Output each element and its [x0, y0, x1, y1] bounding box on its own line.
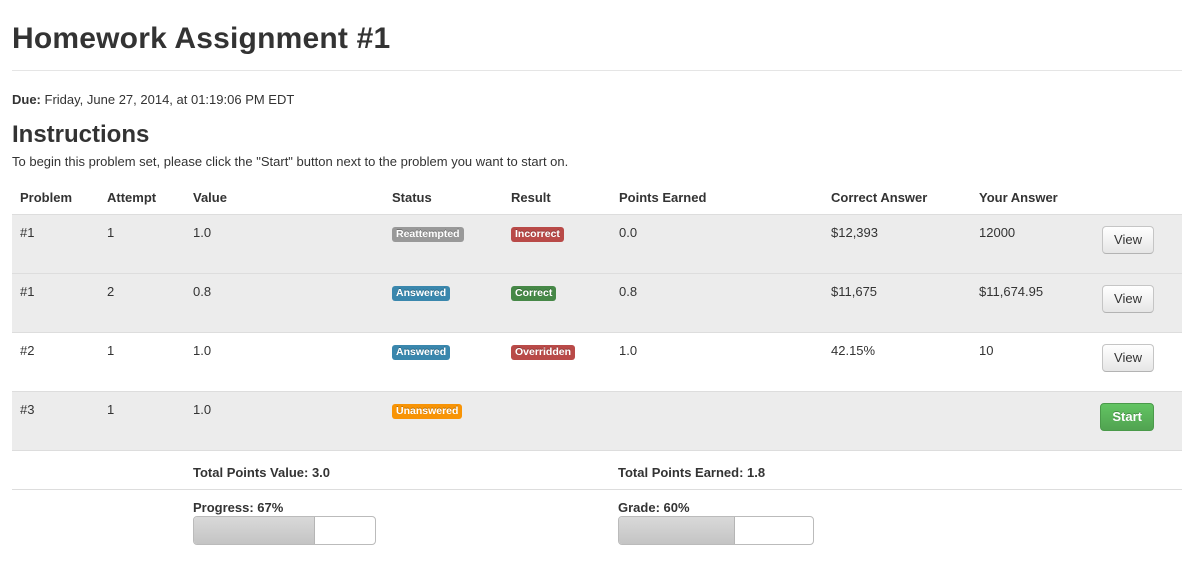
grade-label: Grade: 60%: [618, 500, 690, 515]
cell-value: 1.0: [185, 391, 384, 451]
header-your-answer: Your Answer: [971, 180, 1090, 215]
cell-attempt: 1: [99, 391, 185, 451]
progress-bar-fill: [194, 517, 316, 544]
assignment-page: Homework Assignment #1 Due: Friday, June…: [0, 0, 1201, 570]
cell-correct-answer: [823, 391, 971, 451]
status-badge: Answered: [392, 345, 451, 360]
grade-bar-fill: [619, 517, 736, 544]
header-action: [1090, 180, 1182, 215]
cell-result: Incorrect: [503, 214, 611, 274]
totals-row: Total Points Value: 3.0 Total Points Ear…: [12, 455, 1182, 490]
cell-action: View: [1090, 332, 1182, 392]
cell-value: 1.0: [185, 214, 384, 274]
due-label: Due:: [12, 92, 41, 107]
cell-action: Start: [1090, 391, 1182, 451]
instructions-title: Instructions: [12, 121, 150, 148]
progress-bar: [193, 516, 376, 545]
cell-action: View: [1090, 214, 1182, 274]
table-row: #3 1 1.0 Unanswered Start: [12, 391, 1182, 451]
status-badge: Unanswered: [392, 404, 463, 419]
cell-problem: #3: [12, 391, 99, 451]
table-row: #1 1 1.0 Reattempted Incorrect 0.0 $12,3…: [12, 214, 1182, 274]
cell-status: Answered: [384, 332, 503, 392]
due-value: Friday, June 27, 2014, at 01:19:06 PM ED…: [44, 92, 295, 107]
total-points-earned: Total Points Earned: 1.8: [618, 465, 766, 480]
cell-attempt: 1: [99, 332, 185, 392]
cell-problem: #2: [12, 332, 99, 392]
cell-points-earned: 1.0: [611, 332, 823, 392]
table-row: #2 1 1.0 Answered Overridden 1.0 42.15% …: [12, 332, 1182, 392]
cell-your-answer: [971, 391, 1090, 451]
cell-points-earned: 0.0: [611, 214, 823, 274]
grade-bar: [618, 516, 814, 545]
view-button[interactable]: View: [1102, 226, 1154, 254]
cell-attempt: 2: [99, 273, 185, 333]
header-correct-answer: Correct Answer: [823, 180, 971, 215]
problems-table: Problem Attempt Value Status Result Poin…: [12, 180, 1182, 451]
status-badge: Reattempted: [392, 227, 464, 242]
cell-correct-answer: $11,675: [823, 273, 971, 333]
cell-attempt: 1: [99, 214, 185, 274]
header-value: Value: [185, 180, 384, 215]
header-attempt: Attempt: [99, 180, 185, 215]
header-problem: Problem: [12, 180, 99, 215]
cell-correct-answer: 42.15%: [823, 332, 971, 392]
cell-result: [503, 391, 611, 451]
cell-value: 1.0: [185, 332, 384, 392]
cell-problem: #1: [12, 273, 99, 333]
result-badge: Overridden: [511, 345, 576, 360]
table-header-row: Problem Attempt Value Status Result Poin…: [12, 180, 1182, 215]
cell-correct-answer: $12,393: [823, 214, 971, 274]
cell-status: Unanswered: [384, 391, 503, 451]
cell-your-answer: $11,674.95: [971, 273, 1090, 333]
cell-your-answer: 10: [971, 332, 1090, 392]
table-row: #1 2 0.8 Answered Correct 0.8 $11,675 $1…: [12, 273, 1182, 333]
status-badge: Answered: [392, 286, 451, 301]
start-button[interactable]: Start: [1100, 403, 1154, 431]
cell-result: Correct: [503, 273, 611, 333]
result-badge: Incorrect: [511, 227, 564, 242]
result-badge: Correct: [511, 286, 557, 301]
cell-points-earned: 0.8: [611, 273, 823, 333]
page-title: Homework Assignment #1: [12, 22, 391, 55]
cell-action: View: [1090, 273, 1182, 333]
cell-status: Answered: [384, 273, 503, 333]
cell-points-earned: [611, 391, 823, 451]
instructions-text: To begin this problem set, please click …: [12, 154, 569, 169]
header-status: Status: [384, 180, 503, 215]
progress-label: Progress: 67%: [193, 500, 284, 515]
view-button[interactable]: View: [1102, 344, 1154, 372]
cell-result: Overridden: [503, 332, 611, 392]
cell-value: 0.8: [185, 273, 384, 333]
due-line: Due: Friday, June 27, 2014, at 01:19:06 …: [12, 92, 294, 107]
header-points-earned: Points Earned: [611, 180, 823, 215]
cell-status: Reattempted: [384, 214, 503, 274]
title-divider: [12, 70, 1182, 71]
total-points-value: Total Points Value: 3.0: [193, 465, 331, 480]
view-button[interactable]: View: [1102, 285, 1154, 313]
cell-your-answer: 12000: [971, 214, 1090, 274]
header-result: Result: [503, 180, 611, 215]
cell-problem: #1: [12, 214, 99, 274]
